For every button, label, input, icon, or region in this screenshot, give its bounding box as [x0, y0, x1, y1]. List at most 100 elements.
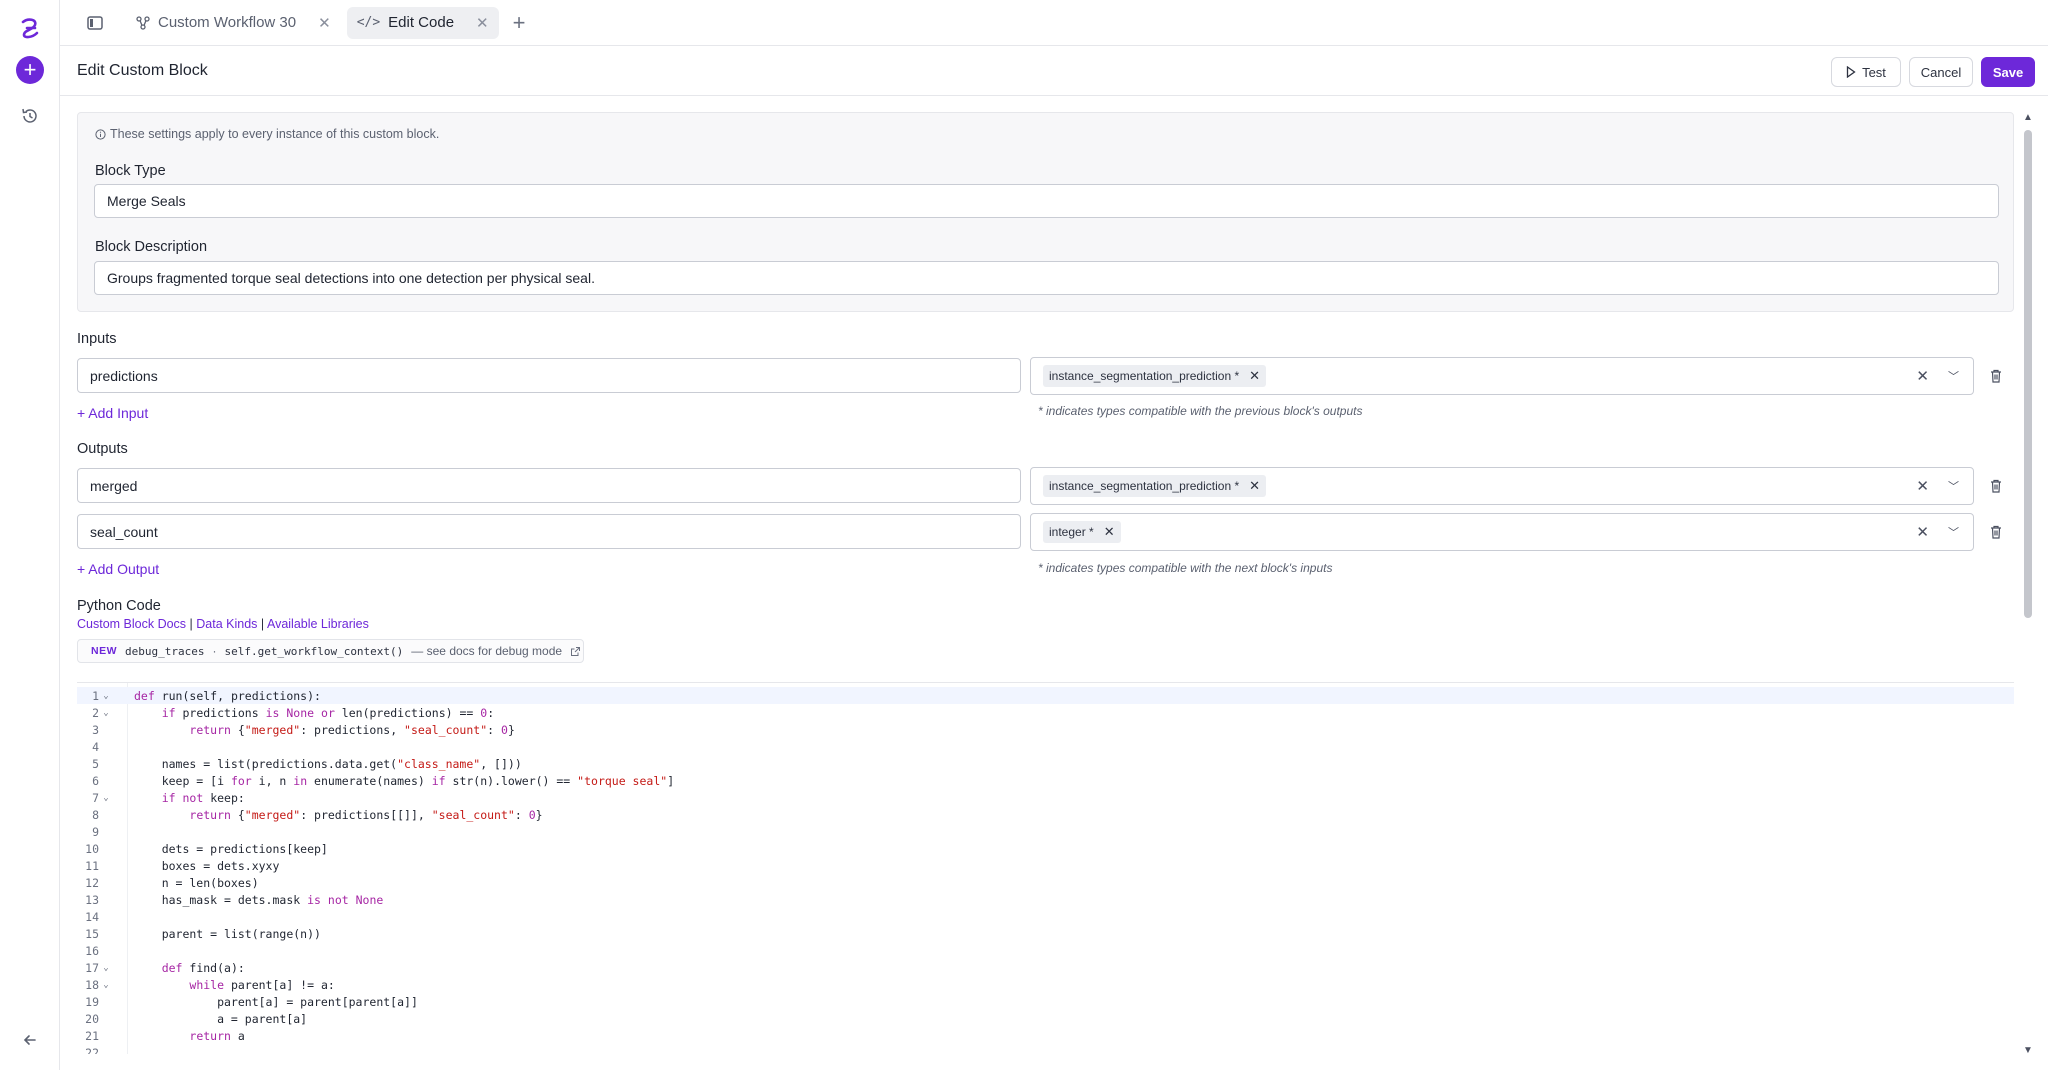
code-line[interactable]: 10 dets = predictions[keep]	[77, 840, 2014, 857]
sidebar-toggle-icon[interactable]	[84, 12, 106, 34]
output-name-field[interactable]: merged	[77, 468, 1021, 503]
fold-toggle-icon[interactable]: ⌄	[99, 793, 113, 803]
page-title: Edit Custom Block	[77, 62, 208, 79]
test-button[interactable]: Test	[1831, 57, 1901, 87]
input-name-field[interactable]: predictions	[77, 358, 1021, 393]
available-libraries-link[interactable]: Available Libraries	[267, 617, 369, 631]
output-type-select[interactable]: integer * ✕ ✕ ﹀	[1030, 513, 1974, 551]
inputs-label: Inputs	[77, 331, 117, 347]
code-editor[interactable]: 1 ⌄ def run(self, predictions): 2 ⌄ if predi…	[77, 682, 2014, 1054]
scroll-down-icon[interactable]: ▼	[2023, 1045, 2033, 1056]
line-number: 2	[92, 705, 99, 720]
banner-separator: ·	[212, 644, 217, 658]
tab-edit-code[interactable]: </> Edit Code ✕	[346, 6, 499, 39]
fold-toggle-icon[interactable]: ⌄	[99, 980, 113, 990]
code-line[interactable]: 2 ⌄ if predictions is None or len(predict…	[77, 704, 2014, 721]
remove-chip-icon[interactable]: ✕	[1249, 478, 1260, 494]
debug-docs-text: — see docs for debug mode	[411, 644, 563, 658]
add-output-button[interactable]: + Add Output	[77, 561, 159, 577]
code-line[interactable]: 7 ⌄ if not keep:	[77, 789, 2014, 806]
clear-icon[interactable]: ✕	[1916, 477, 1929, 495]
code-text: if predictions is None or len(prediction…	[161, 705, 495, 720]
code-text: names = list(predictions.data.get("class…	[134, 756, 522, 771]
output-type-select[interactable]: instance_segmentation_prediction * ✕ ✕ ﹀	[1030, 467, 1974, 505]
history-icon[interactable]	[20, 106, 40, 126]
line-number: 8	[92, 807, 99, 822]
line-number: 5	[92, 756, 99, 771]
trash-icon[interactable]	[1988, 368, 2004, 384]
chevron-down-icon[interactable]: ﹀	[1948, 524, 1959, 540]
code-line[interactable]: 11 boxes = dets.xyxy	[77, 857, 2014, 874]
code-line[interactable]: 18 ⌄ while parent[a] != a:	[77, 976, 2014, 993]
remove-chip-icon[interactable]: ✕	[1249, 368, 1260, 384]
code-text: def run(self, predictions):	[134, 688, 321, 703]
collapse-back-icon[interactable]	[20, 1030, 40, 1050]
line-number: 10	[85, 841, 99, 856]
code-line[interactable]: 8 return {"merged": predictions[[]], "se…	[77, 806, 2014, 823]
code-line[interactable]: 9	[77, 823, 2014, 840]
scroll-up-icon[interactable]: ▲	[2023, 112, 2033, 123]
output-name-field[interactable]: seal_count	[77, 514, 1021, 549]
debug-traces-code: debug_traces	[125, 644, 205, 658]
code-line[interactable]: 14	[77, 908, 2014, 925]
cancel-button[interactable]: Cancel	[1909, 57, 1973, 87]
add-tab-button[interactable]: +	[513, 10, 526, 36]
block-type-label: Block Type	[95, 163, 166, 179]
code-text: def find(a):	[161, 960, 245, 975]
code-line[interactable]: 4	[77, 738, 2014, 755]
custom-block-docs-link[interactable]: Custom Block Docs	[77, 617, 186, 631]
code-line[interactable]: 12 n = len(boxes)	[77, 874, 2014, 891]
save-button[interactable]: Save	[1981, 57, 2035, 87]
fold-toggle-icon[interactable]: ⌄	[99, 963, 113, 973]
code-line[interactable]: 6 keep = [i for i, n in enumerate(names)…	[77, 772, 2014, 789]
block-description-field[interactable]: Groups fragmented torque seal detections…	[94, 261, 1999, 295]
code-line[interactable]: 22	[77, 1044, 2014, 1055]
code-line[interactable]: 20 a = parent[a]	[77, 1010, 2014, 1027]
new-workflow-button[interactable]: +	[16, 56, 44, 84]
tab-bar: Custom Workflow 30 ✕ </> Edit Code ✕ +	[60, 0, 2048, 46]
inputs-hint: * indicates types compatible with the pr…	[1038, 404, 1363, 418]
trash-icon[interactable]	[1988, 478, 2004, 494]
code-line[interactable]: 3 return {"merged": predictions, "seal_c…	[77, 721, 2014, 738]
tab-label: Edit Code	[388, 14, 455, 31]
input-type-select[interactable]: instance_segmentation_prediction * ✕ ✕ ﹀	[1030, 357, 1974, 395]
input-name-value: predictions	[90, 367, 158, 384]
clear-icon[interactable]: ✕	[1916, 523, 1929, 541]
code-line[interactable]: 1 ⌄ def run(self, predictions):	[77, 687, 2014, 704]
python-code-label: Python Code	[77, 598, 161, 614]
debug-mode-banner[interactable]: NEW debug_traces · self.get_workflow_con…	[77, 639, 584, 663]
code-line[interactable]: 13 has_mask = dets.mask is not None	[77, 891, 2014, 908]
remove-chip-icon[interactable]: ✕	[1104, 524, 1115, 540]
code-line[interactable]: 17 ⌄ def find(a):	[77, 959, 2014, 976]
code-line[interactable]: 21 return a	[77, 1027, 2014, 1044]
line-number: 11	[85, 858, 99, 873]
close-icon[interactable]: ✕	[476, 14, 489, 32]
line-number: 17	[85, 960, 99, 975]
fold-toggle-icon[interactable]: ⌄	[99, 691, 113, 701]
add-input-button[interactable]: + Add Input	[77, 405, 148, 421]
trash-icon[interactable]	[1988, 524, 2004, 540]
code-line[interactable]: 15 parent = list(range(n))	[77, 925, 2014, 942]
close-icon[interactable]: ✕	[318, 14, 331, 32]
code-line[interactable]: 16	[77, 942, 2014, 959]
code-line[interactable]: 5 names = list(predictions.data.get("cla…	[77, 755, 2014, 772]
clear-icon[interactable]: ✕	[1916, 367, 1929, 385]
block-type-value: Merge Seals	[107, 193, 186, 209]
chevron-down-icon[interactable]: ﹀	[1948, 368, 1959, 384]
cancel-label: Cancel	[1920, 64, 1962, 80]
code-line[interactable]: 19 parent[a] = parent[parent[a]]	[77, 993, 2014, 1010]
tab-custom-workflow[interactable]: Custom Workflow 30 ✕	[126, 7, 341, 39]
outputs-hint: * indicates types compatible with the ne…	[1038, 561, 1333, 575]
scroll-thumb[interactable]	[2024, 130, 2032, 618]
page-scrollbar[interactable]: ▲ ▼	[2022, 112, 2034, 1056]
data-kinds-link[interactable]: Data Kinds	[196, 617, 257, 631]
code-text: n = len(boxes)	[134, 875, 259, 890]
app-logo-icon[interactable]	[18, 16, 42, 40]
line-number: 9	[92, 824, 99, 839]
fold-toggle-icon[interactable]: ⌄	[99, 708, 113, 718]
block-type-field[interactable]: Merge Seals	[94, 184, 1999, 218]
new-badge: NEW	[91, 645, 117, 657]
line-number: 20	[85, 1011, 99, 1026]
chevron-down-icon[interactable]: ﹀	[1948, 478, 1959, 494]
code-text: while parent[a] != a:	[189, 977, 335, 992]
